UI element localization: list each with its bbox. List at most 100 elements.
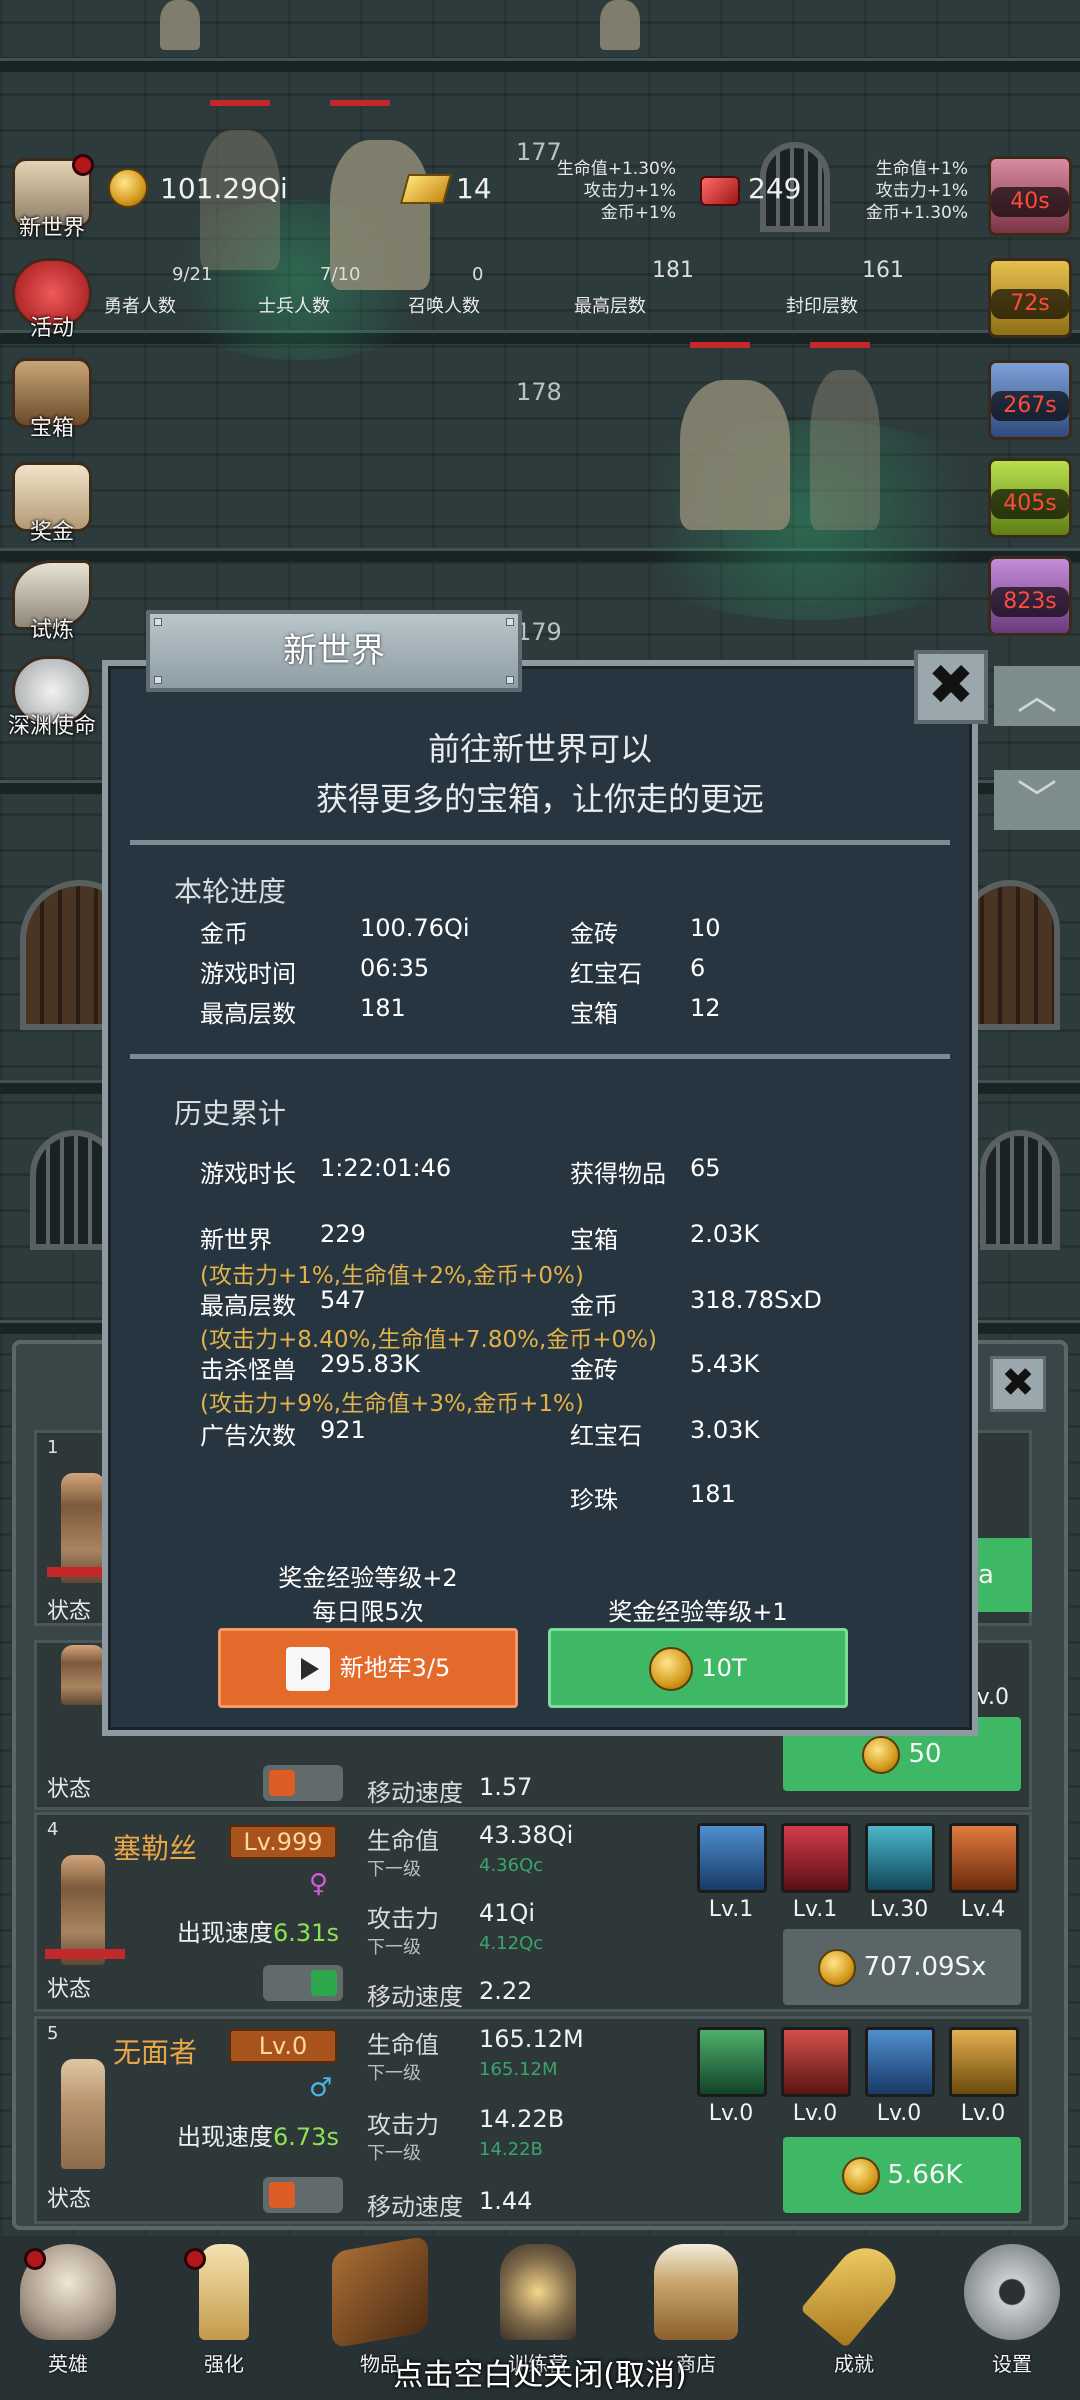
new-dungeon-pay-button[interactable]: 10T	[548, 1628, 848, 1708]
hero-state-label: 状态	[47, 2187, 92, 2212]
hero-state-label: 状态	[47, 1777, 92, 1802]
timer-countdown: 405s	[991, 489, 1069, 519]
skill-level: Lv.1	[708, 1897, 754, 1922]
boots-skill-icon[interactable]	[865, 1823, 935, 1893]
max-floor-label: 最高层数	[574, 296, 646, 317]
floor-divider	[0, 58, 1080, 72]
round-ruby-value: 6	[690, 954, 706, 982]
round-maxfloor-label: 最高层数	[200, 1000, 296, 1028]
right-button-caption: 奖金经验等级+1	[608, 1598, 788, 1626]
rivet	[154, 676, 162, 684]
gold-coin-icon	[841, 2156, 880, 2195]
round-gold-value: 100.76Qi	[360, 914, 470, 942]
kills-bonus: (攻击力+9%,生命值+3%,金币+1%)	[200, 1391, 584, 1417]
hero-hp-bar	[45, 1949, 125, 1959]
bonus-atk: 攻击力+1%	[875, 181, 968, 201]
round-progress-title: 本轮进度	[174, 875, 287, 908]
candle-icon	[199, 2244, 249, 2340]
next-level-label: 下一级	[367, 2063, 421, 2084]
menu-chest[interactable]: 宝箱	[4, 358, 100, 442]
hero-count: 9/21	[172, 264, 213, 285]
hero-count-label: 勇者人数	[104, 296, 176, 317]
spawn-speed-label: 出现速度	[177, 1919, 273, 1947]
hero-level-badge: Lv.0	[229, 2029, 337, 2063]
menu-event[interactable]: 活动	[4, 258, 100, 342]
upgrade-cost: 707.09Sx	[863, 1952, 987, 1982]
divider	[130, 1054, 950, 1059]
beast-skill-icon[interactable]	[781, 1823, 851, 1893]
move-speed-value: 1.57	[479, 1773, 533, 1801]
next-level-label: 下一级	[367, 1859, 421, 1880]
maxfloor-bonus: (攻击力+8.40%,生命值+7.80%,金币+0%)	[200, 1327, 658, 1353]
scroll-up-button[interactable]: ︿	[994, 666, 1080, 726]
enemy-hp-bar	[330, 100, 390, 106]
hero-number: 5	[47, 2023, 59, 2044]
sealed-floor-label: 封印层数	[786, 296, 858, 317]
dialog-intro-line1: 前往新世界可以	[427, 730, 652, 768]
upgrade-button[interactable]: 5.66K	[783, 2137, 1021, 2213]
hero-toggle[interactable]	[263, 1965, 343, 2001]
spawn-speed: 出现速度6.31s	[177, 1913, 339, 1948]
sword-skill-icon[interactable]	[781, 2027, 851, 2097]
new-dungeon-cost: 10T	[701, 1654, 747, 1682]
lantern-icon	[500, 2244, 576, 2340]
floor-divider	[0, 330, 1080, 344]
bonus-hp: 生命值+1.30%	[556, 159, 676, 179]
fire-skill-icon[interactable]	[949, 1823, 1019, 1893]
timer-slot[interactable]: 823s	[988, 556, 1072, 636]
enemy-hp-bar	[690, 342, 750, 348]
skill-level: Lv.0	[876, 2101, 922, 2126]
hero-toggle[interactable]	[263, 2177, 343, 2213]
close-hint[interactable]: 点击空白处关闭(取消)	[0, 2350, 1080, 2394]
menu-new-world-label: 新世界	[18, 216, 85, 241]
ruby-icon	[700, 176, 740, 206]
next-level-label: 下一级	[367, 1937, 421, 1958]
timer-countdown: 72s	[991, 289, 1069, 319]
hero-state-label: 状态	[47, 1599, 92, 1624]
panel-close-button[interactable]: ✖	[990, 1356, 1046, 1412]
timer-slot[interactable]: 267s	[988, 360, 1072, 440]
spawn-speed-value: 6.73s	[273, 2123, 339, 2151]
new-dungeon-ad-button[interactable]: 新地牢3/5	[218, 1628, 518, 1708]
hp-next-value: 165.12M	[479, 2059, 558, 2080]
history-ruby-value: 3.03K	[690, 1416, 760, 1444]
bonus-list-left: 生命值+1.30% 攻击力+1% 金币+1%	[540, 158, 676, 224]
menu-bonus[interactable]: 奖金	[4, 462, 100, 546]
shield-skill-icon[interactable]	[697, 1823, 767, 1893]
gold-bar-icon	[399, 174, 453, 204]
window	[980, 1130, 1060, 1250]
helmet-skill-icon[interactable]	[949, 2027, 1019, 2097]
gold-amount: 101.29Qi	[160, 172, 288, 205]
upgrade-button[interactable]: 707.09Sx	[783, 1929, 1021, 2005]
atk-value: 14.22B	[479, 2105, 565, 2133]
divider	[130, 840, 950, 845]
slash-skill-icon[interactable]	[697, 2027, 767, 2097]
history-ads-label: 广告次数	[200, 1422, 296, 1450]
skill-level: Lv.30	[869, 1897, 929, 1922]
menu-trial[interactable]: 试炼	[4, 560, 100, 644]
gold-bar-amount: 14	[456, 172, 492, 205]
history-gold-label: 金币	[570, 1292, 618, 1320]
history-maxfloor-label: 最高层数	[200, 1292, 296, 1320]
floor-number: 179	[516, 618, 562, 646]
hammer-skill-icon[interactable]	[865, 2027, 935, 2097]
gold-coin-icon	[817, 1948, 856, 1987]
key-icon	[800, 2235, 908, 2349]
hero-name: 无面者	[113, 2036, 198, 2069]
hp-value: 43.38Qi	[479, 1821, 574, 1849]
history-ads-value: 921	[320, 1416, 366, 1444]
gender-female-icon: ♀	[309, 1869, 329, 1899]
menu-abyss[interactable]: 深渊使命	[4, 656, 100, 740]
skill-level: Lv.0	[960, 2101, 1006, 2126]
timer-slot[interactable]: 405s	[988, 458, 1072, 538]
rivet	[506, 676, 514, 684]
atk-next-value: 4.12Qc	[479, 1933, 544, 1954]
gold-coin-icon	[649, 1647, 694, 1691]
move-speed-value: 1.44	[479, 2187, 533, 2215]
dialog-close-button[interactable]: ✖	[914, 650, 988, 724]
timer-slot[interactable]: 40s	[988, 156, 1072, 236]
scroll-down-button[interactable]: ﹀	[994, 770, 1080, 830]
spawn-speed-value: 6.31s	[273, 1919, 339, 1947]
timer-slot[interactable]: 72s	[988, 258, 1072, 338]
hero-toggle[interactable]	[263, 1765, 343, 1801]
